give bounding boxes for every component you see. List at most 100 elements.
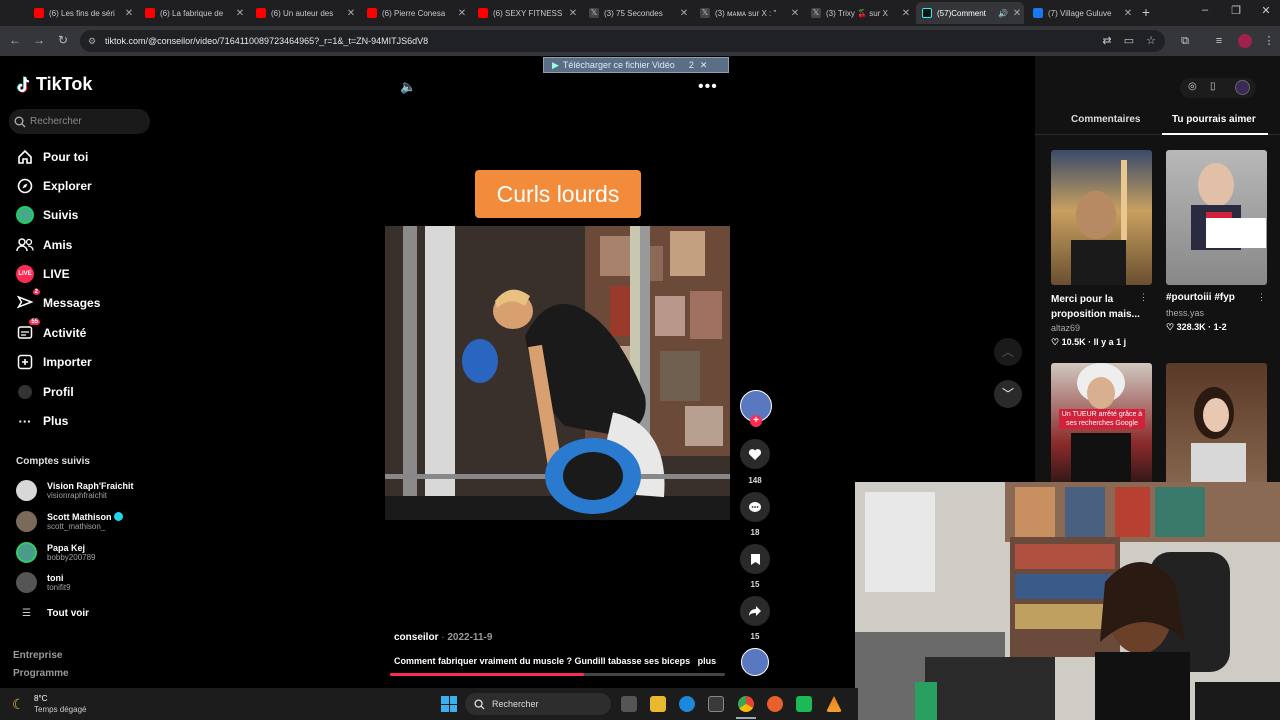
suggestion-title[interactable]: Merci pour la proposition mais... bbox=[1051, 292, 1146, 322]
close-tab-icon[interactable]: ✕ bbox=[1010, 8, 1024, 19]
browser-tab[interactable]: (6) Un auteur des ✕ bbox=[250, 2, 358, 24]
browser-tab-active[interactable]: (57)Comment 🔊 ✕ bbox=[916, 2, 1024, 24]
phone-icon[interactable]: ▯ bbox=[1210, 81, 1216, 92]
nav-activite[interactable]: 55 Activité bbox=[16, 319, 86, 343]
sound-disc-icon[interactable] bbox=[741, 648, 769, 676]
weather-temp[interactable]: 8°C bbox=[34, 694, 47, 703]
followed-account[interactable]: toni tonifit9 bbox=[16, 570, 71, 594]
reload-icon[interactable]: ↻ bbox=[54, 33, 72, 47]
nav-messages[interactable]: 2 Messages bbox=[16, 289, 100, 313]
close-tab-icon[interactable]: ✕ bbox=[899, 8, 913, 19]
compass-icon[interactable]: ◎ bbox=[1188, 81, 1197, 92]
video-frame[interactable] bbox=[385, 226, 730, 520]
tab-groups-icon[interactable]: ≡ bbox=[1212, 34, 1226, 48]
author-name[interactable]: conseilor bbox=[394, 632, 438, 643]
windows-start-icon[interactable] bbox=[441, 696, 457, 712]
app-icon[interactable] bbox=[796, 696, 812, 712]
store-icon[interactable] bbox=[708, 696, 724, 712]
user-avatar[interactable] bbox=[1235, 80, 1250, 95]
footer-link-programme[interactable]: Programme bbox=[13, 668, 69, 679]
audio-icon[interactable]: 🔊 bbox=[996, 9, 1010, 18]
vlc-icon[interactable] bbox=[826, 696, 842, 712]
suggestion-thumbnail[interactable]: Un TUEUR arrêté grâce à ses recherches G… bbox=[1051, 363, 1152, 498]
nav-importer[interactable]: Importer bbox=[16, 352, 92, 372]
close-tab-icon[interactable]: ✕ bbox=[566, 8, 580, 19]
footer-link-entreprise[interactable]: Entreprise bbox=[13, 650, 62, 661]
followed-account[interactable]: Papa Kej bobby200789 bbox=[16, 540, 96, 564]
browser-tab[interactable]: 𝕏 (3) Trixy 🍒 sur X ✕ bbox=[805, 2, 913, 24]
extensions-icon[interactable]: ⧉ bbox=[1178, 34, 1192, 48]
nav-profil[interactable]: Profil bbox=[16, 382, 74, 402]
suggestion-author[interactable]: thess.yas bbox=[1166, 308, 1204, 318]
search-input[interactable]: Rechercher bbox=[9, 109, 150, 134]
forward-arrow-icon[interactable]: → bbox=[30, 33, 48, 47]
close-window-button[interactable]: ✕ bbox=[1256, 4, 1276, 17]
followed-account[interactable]: Scott Mathison scott_mathison_ bbox=[16, 509, 124, 533]
close-tab-icon[interactable]: ✕ bbox=[455, 8, 469, 19]
see-all-link[interactable]: ☰ Tout voir bbox=[16, 601, 89, 625]
suggestion-author[interactable]: altaz69 bbox=[1051, 323, 1080, 333]
tab-commentaires[interactable]: Commentaires bbox=[1071, 114, 1140, 125]
maximize-button[interactable]: ❐ bbox=[1226, 4, 1246, 17]
cast-icon[interactable]: ▭ bbox=[1122, 34, 1136, 48]
nav-suivis[interactable]: Suivis bbox=[16, 205, 78, 225]
next-video-button[interactable]: ﹀ bbox=[994, 380, 1022, 408]
mute-icon[interactable]: 🔈 bbox=[400, 79, 416, 95]
browser-tab[interactable]: (6) Pierre Conesa ✕ bbox=[361, 2, 469, 24]
close-tab-icon[interactable]: ✕ bbox=[233, 8, 247, 19]
back-arrow-icon[interactable]: ← bbox=[6, 33, 24, 47]
suggestion-more-icon[interactable]: ⋮ bbox=[1139, 292, 1148, 303]
browser-tab[interactable]: (6) La fabrique de ✕ bbox=[139, 2, 247, 24]
close-tab-icon[interactable]: ✕ bbox=[677, 8, 691, 19]
profile-avatar[interactable] bbox=[1238, 34, 1252, 48]
nav-pour-toi[interactable]: Pour toi bbox=[16, 147, 88, 167]
nav-amis[interactable]: Amis bbox=[16, 235, 72, 255]
browser-tab[interactable]: (6) Les fins de séri ✕ bbox=[28, 2, 136, 24]
nav-plus[interactable]: ··· Plus bbox=[16, 411, 69, 431]
close-tab-icon[interactable]: ✕ bbox=[344, 8, 358, 19]
browser-tab[interactable]: (7) Village Guluve ✕ bbox=[1027, 2, 1135, 24]
suggestion-thumbnail[interactable] bbox=[1166, 150, 1267, 285]
download-video-banner[interactable]: ▶ Télécharger ce fichier Vidéo 2 ✕ bbox=[543, 57, 729, 73]
caption-more-link[interactable]: plus bbox=[698, 656, 717, 666]
like-button[interactable] bbox=[740, 439, 770, 469]
suggestion-thumbnail[interactable] bbox=[1166, 363, 1267, 498]
nav-live[interactable]: LIVE LIVE bbox=[16, 264, 70, 284]
browser-tab[interactable]: 𝕏 (3) ᴍᴀᴍᴀ sur X : " ✕ bbox=[694, 2, 802, 24]
close-tab-icon[interactable]: ✕ bbox=[122, 8, 136, 19]
taskbar-search[interactable]: Rechercher bbox=[465, 693, 611, 715]
translate-icon[interactable]: ⇄ bbox=[1100, 34, 1114, 48]
close-tab-icon[interactable]: ✕ bbox=[1121, 8, 1135, 19]
site-info-icon[interactable]: ⚙ bbox=[88, 30, 96, 52]
follow-plus-icon[interactable]: + bbox=[750, 415, 762, 427]
file-explorer-icon[interactable] bbox=[650, 696, 666, 712]
followed-account[interactable]: Vision Raph'Fraichit visionraphfraichit bbox=[16, 478, 134, 502]
task-view-icon[interactable] bbox=[621, 696, 637, 712]
tiktok-logo[interactable]: TikTok bbox=[16, 74, 92, 95]
share-button[interactable] bbox=[740, 596, 770, 626]
firefox-icon[interactable] bbox=[767, 696, 783, 712]
url-field[interactable]: ⚙ tiktok.com/@conseilor/video/7164110089… bbox=[80, 30, 1165, 52]
comment-button[interactable] bbox=[740, 492, 770, 522]
progress-bar[interactable] bbox=[390, 673, 725, 676]
new-tab-button[interactable]: + bbox=[1136, 4, 1156, 20]
weather-desc[interactable]: Temps dégagé bbox=[34, 705, 86, 714]
browser-tab[interactable]: 𝕏 (3) 75 Secondes ✕ bbox=[583, 2, 691, 24]
menu-kebab-icon[interactable]: ⋮ bbox=[1262, 34, 1276, 48]
save-button[interactable] bbox=[740, 544, 770, 574]
previous-video-button[interactable]: ︿ bbox=[994, 338, 1022, 366]
suggestion-title[interactable]: #pourtoiii #fyp bbox=[1166, 292, 1235, 303]
tab-tu-pourrais-aimer[interactable]: Tu pourrais aimer bbox=[1172, 114, 1256, 125]
minimize-button[interactable]: – bbox=[1195, 4, 1215, 16]
close-banner-icon[interactable]: ✕ bbox=[700, 60, 708, 71]
suggestion-thumbnail[interactable] bbox=[1051, 150, 1152, 285]
search-icon bbox=[474, 698, 485, 710]
chrome-icon[interactable] bbox=[738, 696, 754, 712]
suggestion-more-icon[interactable]: ⋮ bbox=[1257, 292, 1266, 303]
bookmark-star-icon[interactable]: ☆ bbox=[1144, 34, 1158, 48]
video-options-icon[interactable]: ••• bbox=[698, 78, 718, 96]
edge-icon[interactable] bbox=[679, 696, 695, 712]
nav-explorer[interactable]: Explorer bbox=[16, 176, 92, 196]
browser-tab[interactable]: (6) SEXY FITNESS ✕ bbox=[472, 2, 580, 24]
close-tab-icon[interactable]: ✕ bbox=[788, 8, 802, 19]
